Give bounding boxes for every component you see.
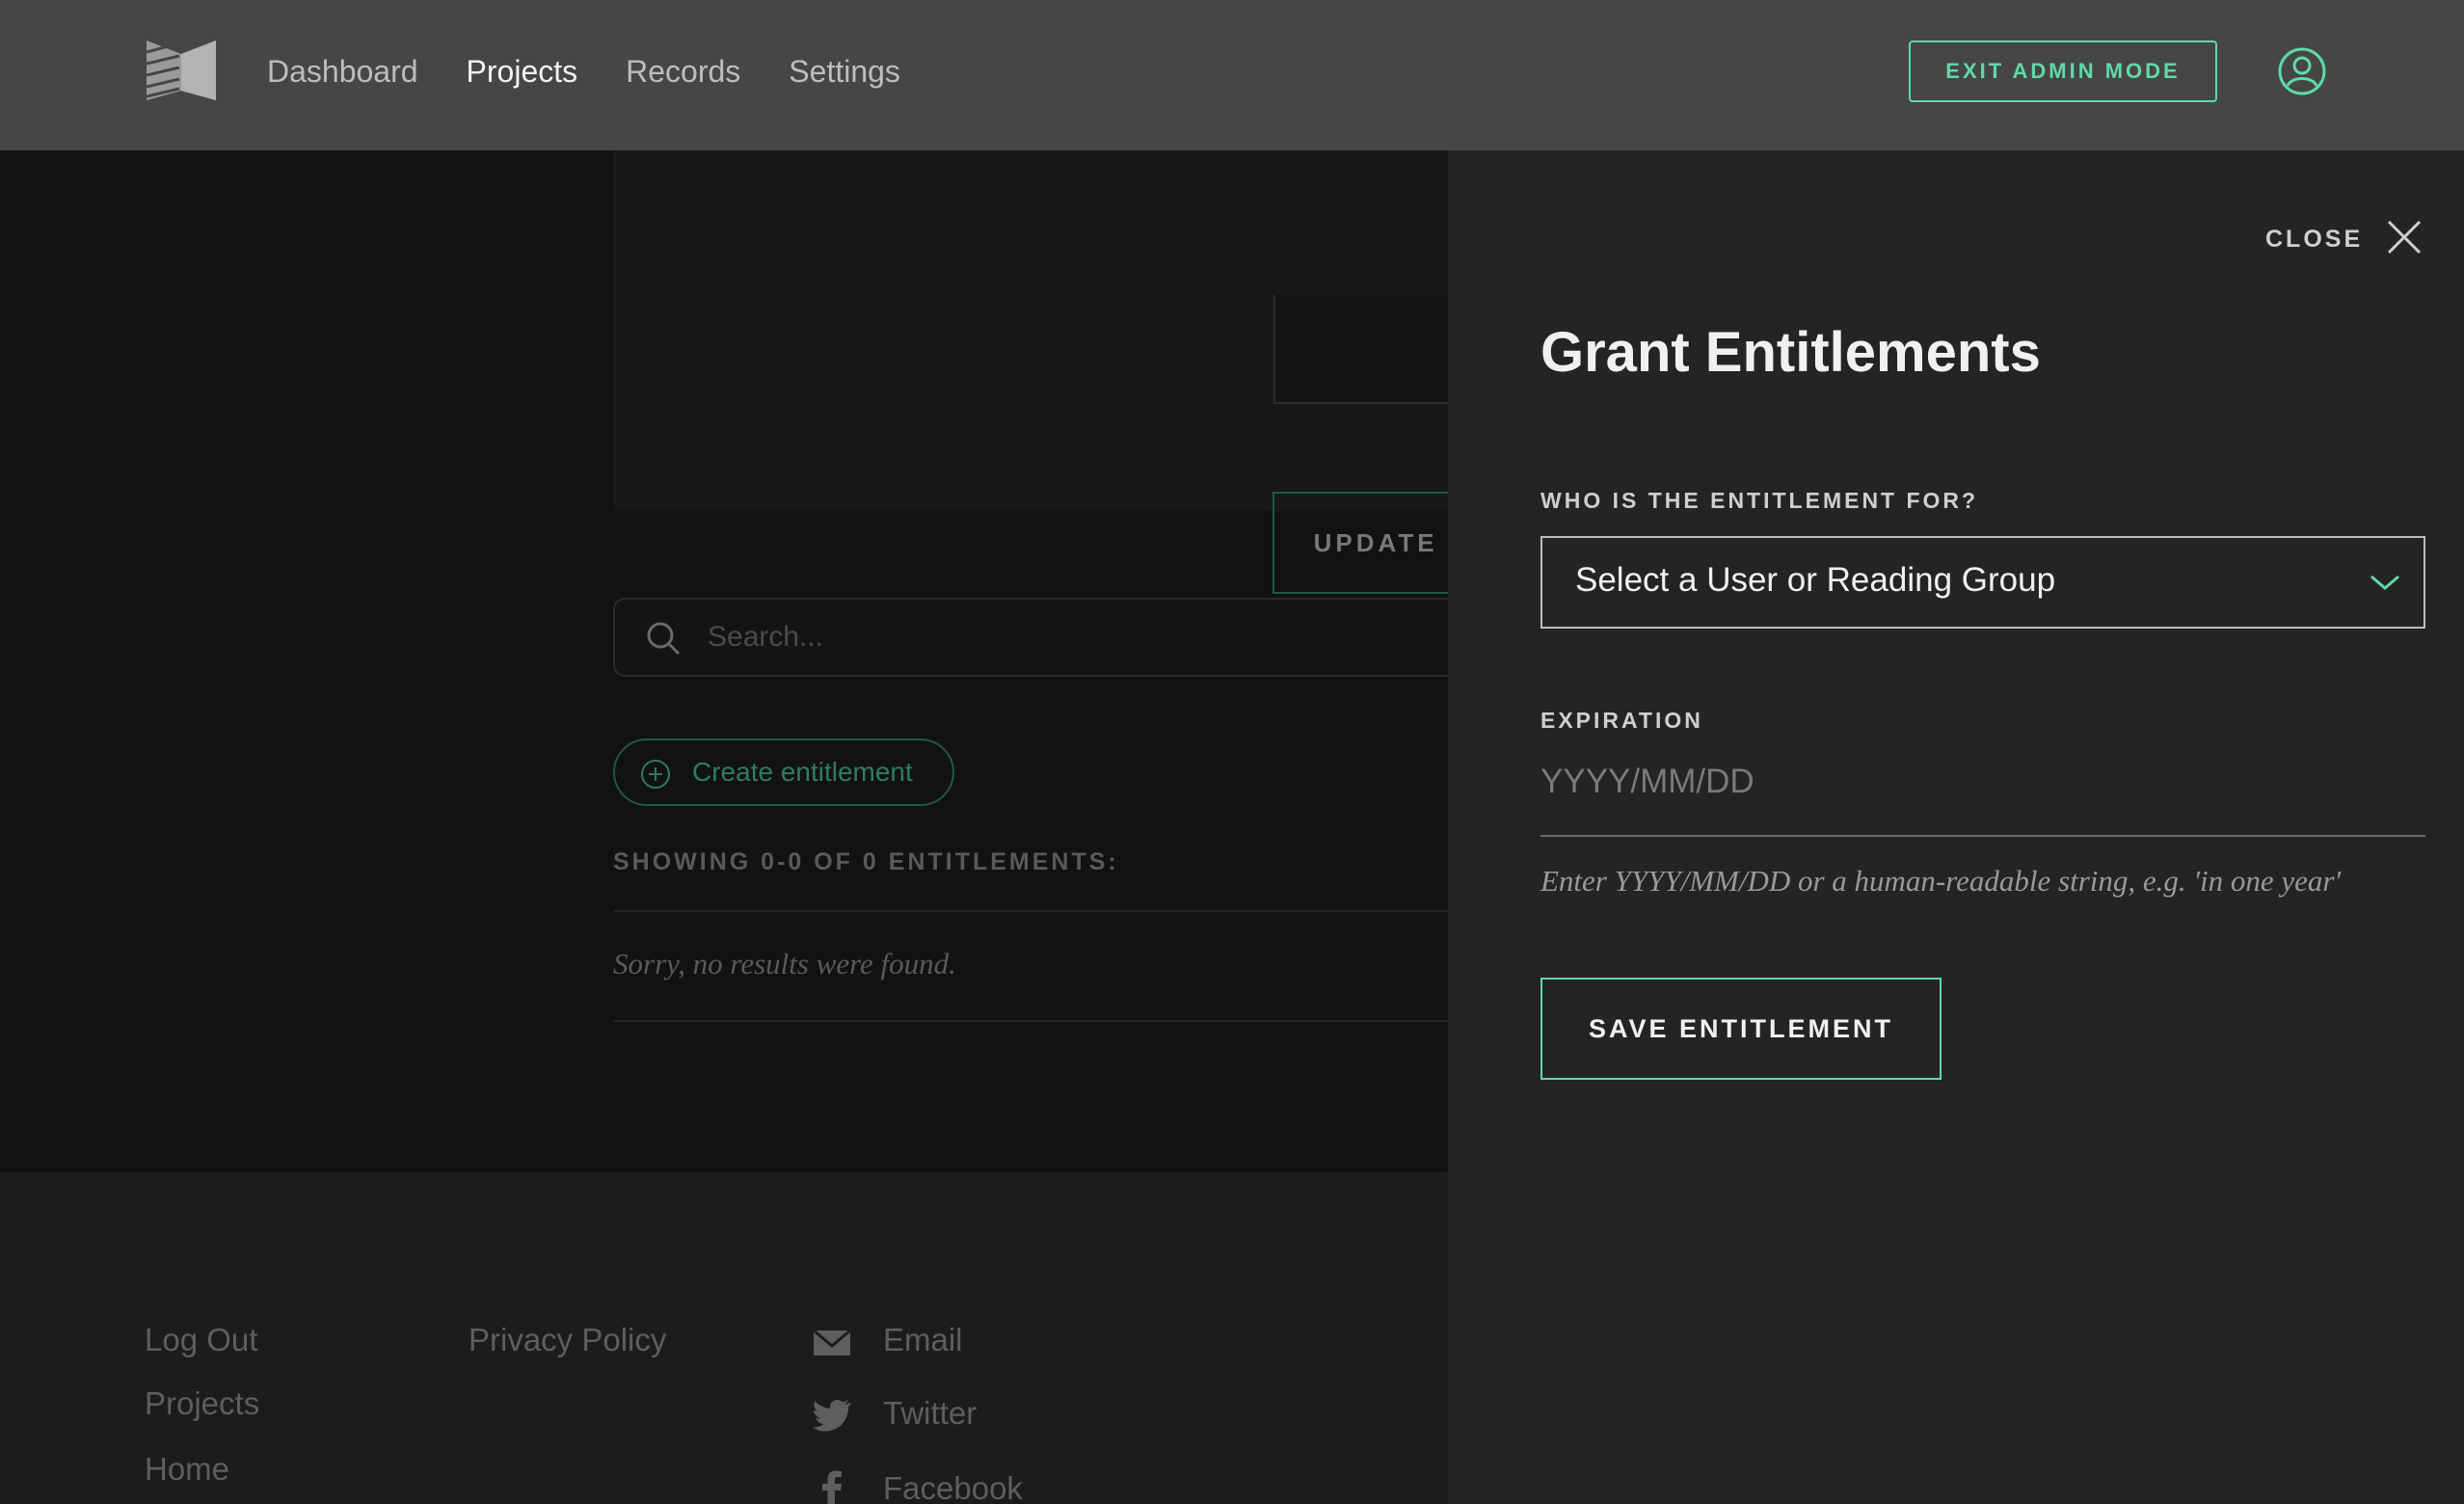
select-value: Select a User or Reading Group [1575, 561, 2056, 599]
logo-icon[interactable] [147, 37, 216, 104]
nav-records[interactable]: Records [626, 50, 740, 93]
footer-privacy-link[interactable]: Privacy Policy [469, 1319, 666, 1361]
nav-dashboard[interactable]: Dashboard [267, 50, 418, 93]
footer-home-link[interactable]: Home [145, 1448, 229, 1491]
grant-entitlements-drawer: CLOSE Grant Entitlements WHO IS THE ENTI… [1448, 150, 2464, 1504]
footer-facebook-link[interactable]: Facebook [883, 1467, 1023, 1504]
page: Dashboard Projects Records Settings EXIT… [0, 0, 2464, 1504]
email-icon [813, 1329, 851, 1356]
results-count: SHOWING 0-0 OF 0 ENTITLEMENTS: [613, 848, 1119, 875]
twitter-icon [812, 1400, 851, 1432]
nav-projects[interactable]: Projects [467, 50, 578, 93]
facebook-icon [822, 1470, 842, 1504]
close-icon [2387, 220, 2422, 255]
close-label: CLOSE [2265, 226, 2364, 253]
chevron-down-icon [2370, 575, 2399, 590]
save-entitlement-button[interactable]: SAVE ENTITLEMENT [1540, 978, 1942, 1080]
who-field-label: WHO IS THE ENTITLEMENT FOR? [1540, 488, 1979, 513]
no-results-message: Sorry, no results were found. [613, 947, 956, 980]
main-nav: Dashboard Projects Records Settings [267, 50, 900, 93]
create-entitlement-label: Create entitlement [692, 757, 913, 787]
footer-twitter-link[interactable]: Twitter [883, 1392, 977, 1435]
create-entitlement-button[interactable]: Create entitlement [613, 739, 954, 806]
footer-projects-link[interactable]: Projects [145, 1383, 259, 1425]
user-avatar-icon[interactable] [2277, 46, 2327, 96]
search-icon [647, 622, 681, 656]
expiration-input[interactable] [1540, 758, 2408, 806]
plus-circle-icon [641, 760, 670, 789]
expiration-field [1540, 744, 2425, 837]
nav-settings[interactable]: Settings [789, 50, 900, 93]
footer-email-link[interactable]: Email [883, 1319, 963, 1361]
exit-admin-mode-button[interactable]: EXIT ADMIN MODE [1909, 40, 2217, 102]
top-header: Dashboard Projects Records Settings EXIT… [0, 0, 2464, 150]
entitlement-target-select[interactable]: Select a User or Reading Group [1540, 536, 2425, 629]
footer-logout-link[interactable]: Log Out [145, 1319, 257, 1361]
drawer-title: Grant Entitlements [1540, 321, 2041, 384]
expiration-hint: Enter YYYY/MM/DD or a human-readable str… [1540, 864, 2342, 898]
expiration-field-label: EXPIRATION [1540, 708, 1703, 733]
search-input[interactable] [708, 609, 1286, 665]
